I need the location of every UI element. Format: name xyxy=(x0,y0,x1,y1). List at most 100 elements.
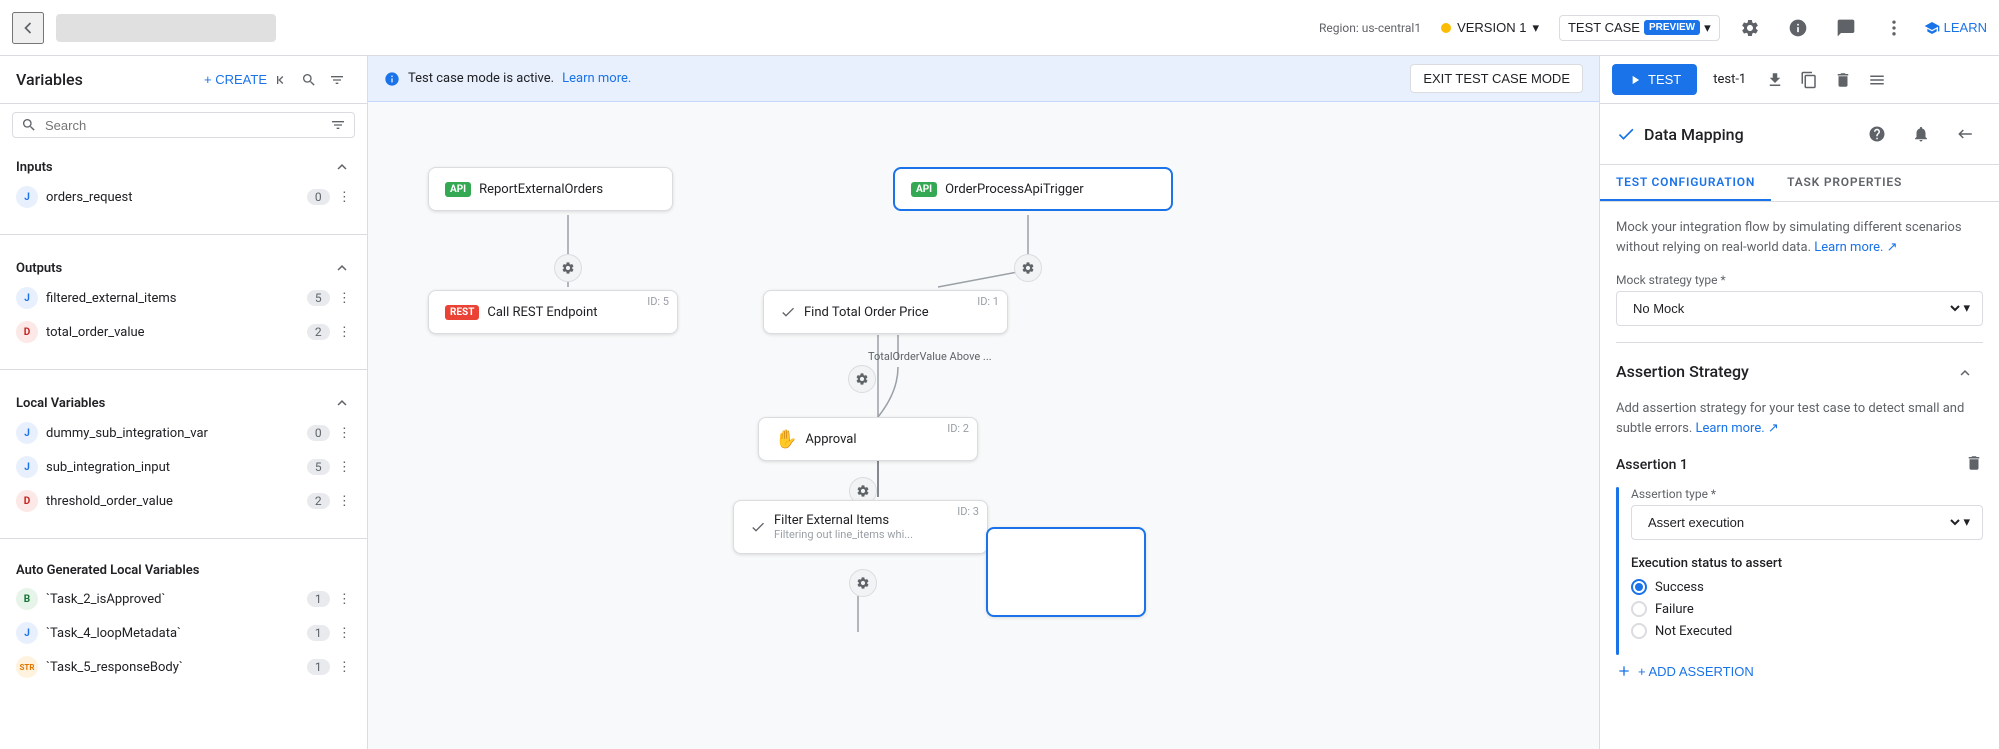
bottom-node[interactable] xyxy=(986,527,1146,617)
search-input[interactable] xyxy=(45,118,322,133)
approval-icon: ✋ xyxy=(775,429,797,450)
var-more-button[interactable]: ⋮ xyxy=(338,459,351,475)
var-more-button[interactable]: ⋮ xyxy=(338,659,351,675)
gear-node-1[interactable] xyxy=(554,254,582,282)
divider xyxy=(0,538,367,539)
info-button[interactable] xyxy=(1780,10,1816,46)
var-more-button[interactable]: ⋮ xyxy=(338,290,351,306)
create-variable-button[interactable]: + CREATE xyxy=(204,72,267,87)
test-case-button[interactable]: TEST CASE PREVIEW ▾ xyxy=(1559,15,1720,41)
var-more-button[interactable]: ⋮ xyxy=(338,493,351,509)
mock-strategy-select-wrapper[interactable]: No Mock ▾ xyxy=(1616,291,1983,326)
exit-test-mode-button[interactable]: EXIT TEST CASE MODE xyxy=(1410,64,1583,93)
assertion-strategy-collapse-button[interactable] xyxy=(1947,355,1983,391)
test-case-label: TEST CASE xyxy=(1568,20,1640,35)
node-label: ReportExternalOrders xyxy=(479,182,603,197)
assertion-type-select[interactable]: Assert execution xyxy=(1644,514,1963,531)
list-item[interactable]: J `Task_4_loopMetadata` 1 ⋮ xyxy=(0,616,367,650)
approval-node[interactable]: ✋ Approval ID: 2 xyxy=(758,417,978,461)
list-item[interactable]: J dummy_sub_integration_var 0 ⋮ xyxy=(0,416,367,450)
var-more-button[interactable]: ⋮ xyxy=(338,189,351,205)
outputs-title: Outputs xyxy=(16,261,333,276)
download-button[interactable] xyxy=(1762,67,1788,93)
search-bar xyxy=(12,112,355,138)
zoom-button[interactable] xyxy=(295,66,323,94)
learn-button[interactable]: LEARN xyxy=(1924,20,1987,36)
radio-success[interactable]: Success xyxy=(1631,579,1983,595)
local-variables-title: Local Variables xyxy=(16,396,333,411)
mock-strategy-label: Mock strategy type * xyxy=(1616,273,1983,287)
mock-strategy-select[interactable]: No Mock xyxy=(1629,300,1963,317)
back-button[interactable] xyxy=(12,12,44,44)
version-button[interactable]: VERSION 1 ▾ xyxy=(1433,16,1547,40)
local-variables-header[interactable]: Local Variables xyxy=(0,390,367,416)
tab-test-configuration[interactable]: TEST CONFIGURATION xyxy=(1600,165,1771,201)
radio-failure[interactable]: Failure xyxy=(1631,601,1983,617)
panel-notifications-button[interactable] xyxy=(1903,116,1939,152)
var-name: sub_integration_input xyxy=(46,460,299,475)
radio-success-label: Success xyxy=(1655,580,1704,595)
report-external-orders-node[interactable]: API ReportExternalOrders xyxy=(428,167,673,211)
mock-strategy-field: Mock strategy type * No Mock ▾ xyxy=(1616,273,1983,326)
more-options-button[interactable] xyxy=(1876,10,1912,46)
panel-help-button[interactable] xyxy=(1859,116,1895,152)
run-test-button[interactable]: TEST xyxy=(1612,64,1697,95)
list-item[interactable]: STR `Task_5_responseBody` 1 ⋮ xyxy=(0,650,367,684)
filter-button[interactable] xyxy=(323,66,351,94)
assertion-type-select-wrapper[interactable]: Assert execution ▾ xyxy=(1631,505,1983,540)
learn-label: LEARN xyxy=(1944,20,1987,35)
settings-button[interactable] xyxy=(1732,10,1768,46)
gear-node-2[interactable] xyxy=(1014,254,1042,282)
tab-test-config-label: TEST CONFIGURATION xyxy=(1616,175,1755,189)
var-more-button[interactable]: ⋮ xyxy=(338,425,351,441)
panel-learn-more-link[interactable]: Learn more. ↗ xyxy=(1814,240,1897,255)
list-item[interactable]: B `Task_2_isApproved` 1 ⋮ xyxy=(0,582,367,616)
inputs-section-header[interactable]: Inputs xyxy=(0,154,367,180)
inputs-chevron-icon xyxy=(333,158,351,176)
feedback-button[interactable] xyxy=(1828,10,1864,46)
call-rest-endpoint-node[interactable]: REST Call REST Endpoint ID: 5 xyxy=(428,290,678,334)
tab-task-props-label: TASK PROPERTIES xyxy=(1787,175,1902,189)
list-item[interactable]: J sub_integration_input 5 ⋮ xyxy=(0,450,367,484)
var-more-button[interactable]: ⋮ xyxy=(338,625,351,641)
panel-description: Mock your integration flow by simulating… xyxy=(1616,218,1983,257)
list-item[interactable]: J orders_request 0 ⋮ xyxy=(0,180,367,214)
collapse-sidebar-button[interactable] xyxy=(267,66,295,94)
radio-not-executed[interactable]: Not Executed xyxy=(1631,623,1983,639)
find-total-order-price-node[interactable]: Find Total Order Price ID: 1 xyxy=(763,290,1008,334)
panel-tabs: TEST CONFIGURATION TASK PROPERTIES xyxy=(1600,165,1999,202)
var-badge: J xyxy=(16,287,38,309)
list-item[interactable]: D total_order_value 2 ⋮ xyxy=(0,315,367,349)
list-item[interactable]: D threshold_order_value 2 ⋮ xyxy=(0,484,367,518)
outputs-section-header[interactable]: Outputs xyxy=(0,255,367,281)
region-label: Region: us-central1 xyxy=(1319,21,1421,35)
var-count: 5 xyxy=(307,290,330,306)
tab-task-properties[interactable]: TASK PROPERTIES xyxy=(1771,165,1918,201)
gear-node-5[interactable] xyxy=(849,569,877,597)
run-test-label: TEST xyxy=(1648,72,1681,87)
right-panel: Data Mapping TEST CONFIGURATION TASK PRO… xyxy=(1599,56,1999,749)
auto-generated-header[interactable]: Auto Generated Local Variables xyxy=(0,559,367,582)
filter-external-items-node[interactable]: Filter External Items Filtering out line… xyxy=(733,500,988,554)
node-label: Approval xyxy=(805,432,856,447)
gear-node-3[interactable] xyxy=(848,365,876,393)
panel-expand-button[interactable] xyxy=(1947,116,1983,152)
delete-test-button[interactable] xyxy=(1830,67,1856,93)
execution-status-label: Execution status to assert xyxy=(1631,556,1983,571)
var-more-button[interactable]: ⋮ xyxy=(338,324,351,340)
var-name: `Task_5_responseBody` xyxy=(46,660,299,675)
assertion-learn-more-link[interactable]: Learn more. ↗ xyxy=(1695,421,1778,436)
list-item[interactable]: J filtered_external_items 5 ⋮ xyxy=(0,281,367,315)
add-assertion-button[interactable]: + ADD ASSERTION xyxy=(1616,655,1754,687)
learn-more-link[interactable]: Learn more. xyxy=(562,71,631,86)
menu-button[interactable] xyxy=(1864,67,1890,93)
auto-generated-section: Auto Generated Local Variables B `Task_2… xyxy=(0,551,367,692)
assertion-fields: Assertion type * Assert execution ▾ Exec… xyxy=(1631,487,1983,655)
top-right-controls: Region: us-central1 VERSION 1 ▾ TEST CAS… xyxy=(1319,10,1987,46)
delete-assertion-button[interactable] xyxy=(1965,454,1983,475)
local-chevron-icon xyxy=(333,394,351,412)
copy-button[interactable] xyxy=(1796,67,1822,93)
var-more-button[interactable]: ⋮ xyxy=(338,591,351,607)
order-process-trigger-node[interactable]: API OrderProcessApiTrigger xyxy=(893,167,1173,211)
rest-tag: REST xyxy=(445,305,479,320)
